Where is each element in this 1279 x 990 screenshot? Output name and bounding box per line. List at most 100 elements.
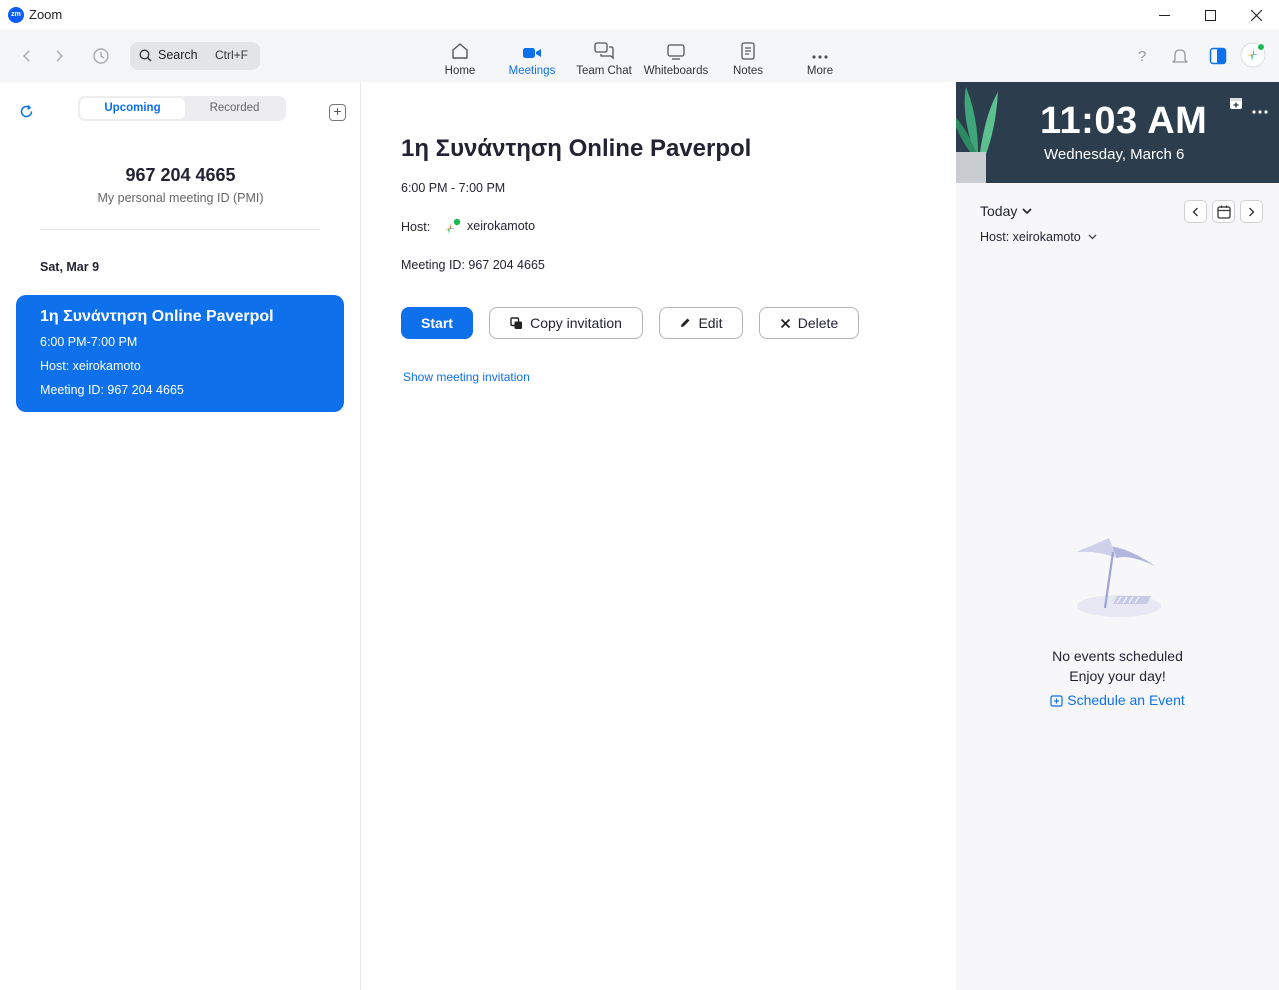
tab-more[interactable]: More: [802, 38, 838, 78]
refresh-button[interactable]: [19, 104, 34, 124]
maximize-icon: [1204, 9, 1216, 21]
meeting-detail-panel: 1η Συνάντηση Online Paverpol 6:00 PM - 7…: [361, 82, 956, 990]
back-button[interactable]: [19, 48, 35, 64]
meeting-card-time: 6:00 PM-7:00 PM: [40, 335, 138, 349]
clock-time: 11:03 AM: [1040, 100, 1208, 142]
tab-team-chat-label: Team Chat: [576, 65, 632, 77]
window-title: Zoom: [29, 7, 63, 22]
history-clock-icon: [93, 48, 109, 64]
minimize-icon: [1158, 14, 1170, 16]
calendar-more-button[interactable]: [1252, 101, 1268, 119]
start-button[interactable]: Start: [401, 307, 473, 339]
host-filter-dropdown[interactable]: Host: xeirokamoto: [980, 230, 1097, 244]
empty-state-subtitle: Enjoy your day!: [1069, 668, 1166, 684]
calendar-panel: 11:03 AM Wednesday, March 6 Today Host: …: [956, 82, 1279, 990]
meeting-card-selected[interactable]: 1η Συνάντηση Online Paverpol 6:00 PM-7:0…: [16, 295, 344, 412]
home-icon: [452, 43, 468, 59]
search-label: Search: [158, 48, 198, 62]
search-box[interactable]: Search Ctrl+F: [130, 42, 260, 70]
host-label: Host:: [401, 220, 431, 234]
today-dropdown[interactable]: Today: [980, 203, 1032, 219]
edit-label: Edit: [698, 315, 723, 331]
schedule-event-label: Schedule an Event: [1067, 692, 1185, 708]
meeting-id: Meeting ID: 967 204 4665: [401, 258, 545, 272]
side-panel-toggle[interactable]: [1208, 46, 1228, 66]
panel-toggle-icon: [1209, 47, 1227, 65]
svg-text:?: ?: [1138, 48, 1146, 64]
forward-button[interactable]: [51, 48, 67, 64]
meeting-card-title: 1η Συνάντηση Online Paverpol: [40, 308, 274, 325]
show-invitation-link[interactable]: Show meeting invitation: [403, 370, 530, 384]
copy-invitation-button[interactable]: Copy invitation: [489, 307, 643, 339]
meeting-card-host: Host: xeirokamoto: [40, 359, 141, 373]
add-calendar-button[interactable]: [1229, 96, 1243, 115]
tab-meetings-label: Meetings: [508, 65, 556, 77]
calendar-icon: [1216, 205, 1231, 219]
copy-invitation-label: Copy invitation: [530, 315, 622, 331]
tab-whiteboards[interactable]: Whiteboards: [641, 38, 711, 78]
tab-home[interactable]: Home: [440, 38, 480, 78]
schedule-event-link[interactable]: Schedule an Event: [956, 692, 1279, 708]
maximize-button[interactable]: [1187, 0, 1233, 30]
today-label: Today: [980, 203, 1018, 219]
delete-button[interactable]: Delete: [759, 307, 859, 339]
host-filter-label: Host: xeirokamoto: [980, 230, 1081, 244]
chevron-left-icon: [1192, 207, 1198, 216]
tab-team-chat[interactable]: Team Chat: [575, 38, 633, 78]
chevron-down-icon: [1088, 234, 1097, 240]
tab-whiteboards-label: Whiteboards: [643, 65, 709, 77]
pencil-icon: [679, 317, 691, 329]
chevron-down-icon: [1022, 207, 1032, 214]
host-name: xeirokamoto: [467, 219, 536, 233]
delete-label: Delete: [797, 315, 839, 331]
avatar-icon: [442, 218, 461, 237]
meeting-card-id: Meeting ID: 967 204 4665: [40, 383, 184, 397]
notifications-button[interactable]: [1170, 46, 1190, 66]
edit-button[interactable]: Edit: [659, 307, 743, 339]
search-icon: [139, 49, 152, 62]
previous-day-button[interactable]: [1184, 200, 1207, 223]
video-camera-icon: [523, 48, 541, 58]
plus-icon: +: [333, 103, 342, 119]
more-dots-icon: [1252, 110, 1268, 114]
title-bar: zm Zoom: [0, 0, 1279, 30]
host-avatar: [441, 218, 461, 237]
chevron-right-icon: [56, 50, 63, 62]
calendar-add-icon: [1050, 694, 1063, 707]
close-window-button[interactable]: [1233, 0, 1279, 30]
help-button[interactable]: ?: [1132, 46, 1152, 66]
avatar-icon: [1240, 42, 1266, 68]
tab-meetings[interactable]: Meetings: [504, 38, 560, 78]
calendar-add-icon: [1230, 98, 1242, 109]
whiteboard-icon: [667, 44, 685, 60]
divider: [40, 229, 320, 230]
plant-illustration: [956, 87, 998, 183]
zoom-logo-icon: zm: [8, 7, 24, 23]
tab-home-label: Home: [444, 65, 476, 77]
notes-icon: [741, 42, 755, 60]
chevron-right-icon: [1249, 207, 1255, 216]
tab-upcoming[interactable]: Upcoming: [80, 98, 185, 119]
tab-notes[interactable]: Notes: [729, 38, 767, 78]
bell-icon: [1172, 49, 1188, 63]
tab-recorded[interactable]: Recorded: [182, 98, 287, 119]
x-icon: [780, 318, 791, 329]
meeting-title: 1η Συνάντηση Online Paverpol: [401, 135, 752, 162]
add-meeting-button[interactable]: +: [329, 104, 346, 121]
history-button[interactable]: [92, 47, 110, 65]
chevron-left-icon: [23, 50, 30, 62]
meeting-time: 6:00 PM - 7:00 PM: [401, 181, 506, 195]
next-day-button[interactable]: [1240, 200, 1263, 223]
minimize-button[interactable]: [1141, 0, 1187, 30]
chat-bubbles-icon: [594, 42, 614, 60]
meetings-segment-control: Upcoming Recorded: [78, 96, 286, 121]
close-icon: [1250, 9, 1262, 21]
pmi-number[interactable]: 967 204 4665: [0, 165, 361, 186]
tab-notes-label: Notes: [732, 65, 764, 77]
date-heading: Sat, Mar 9: [40, 260, 100, 274]
pmi-label: My personal meeting ID (PMI): [97, 191, 264, 205]
copy-icon: [510, 316, 523, 330]
profile-avatar[interactable]: [1240, 42, 1266, 68]
refresh-icon: [20, 105, 33, 118]
date-picker-button[interactable]: [1212, 200, 1235, 223]
